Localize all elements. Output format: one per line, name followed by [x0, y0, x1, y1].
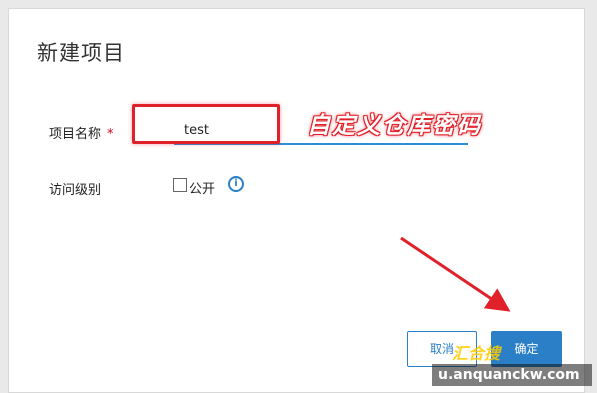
watermark-site: u.anquanckw.com: [432, 364, 592, 386]
watermark-brand: 汇合搜: [452, 344, 501, 363]
annotation-arrow: [400, 236, 511, 312]
